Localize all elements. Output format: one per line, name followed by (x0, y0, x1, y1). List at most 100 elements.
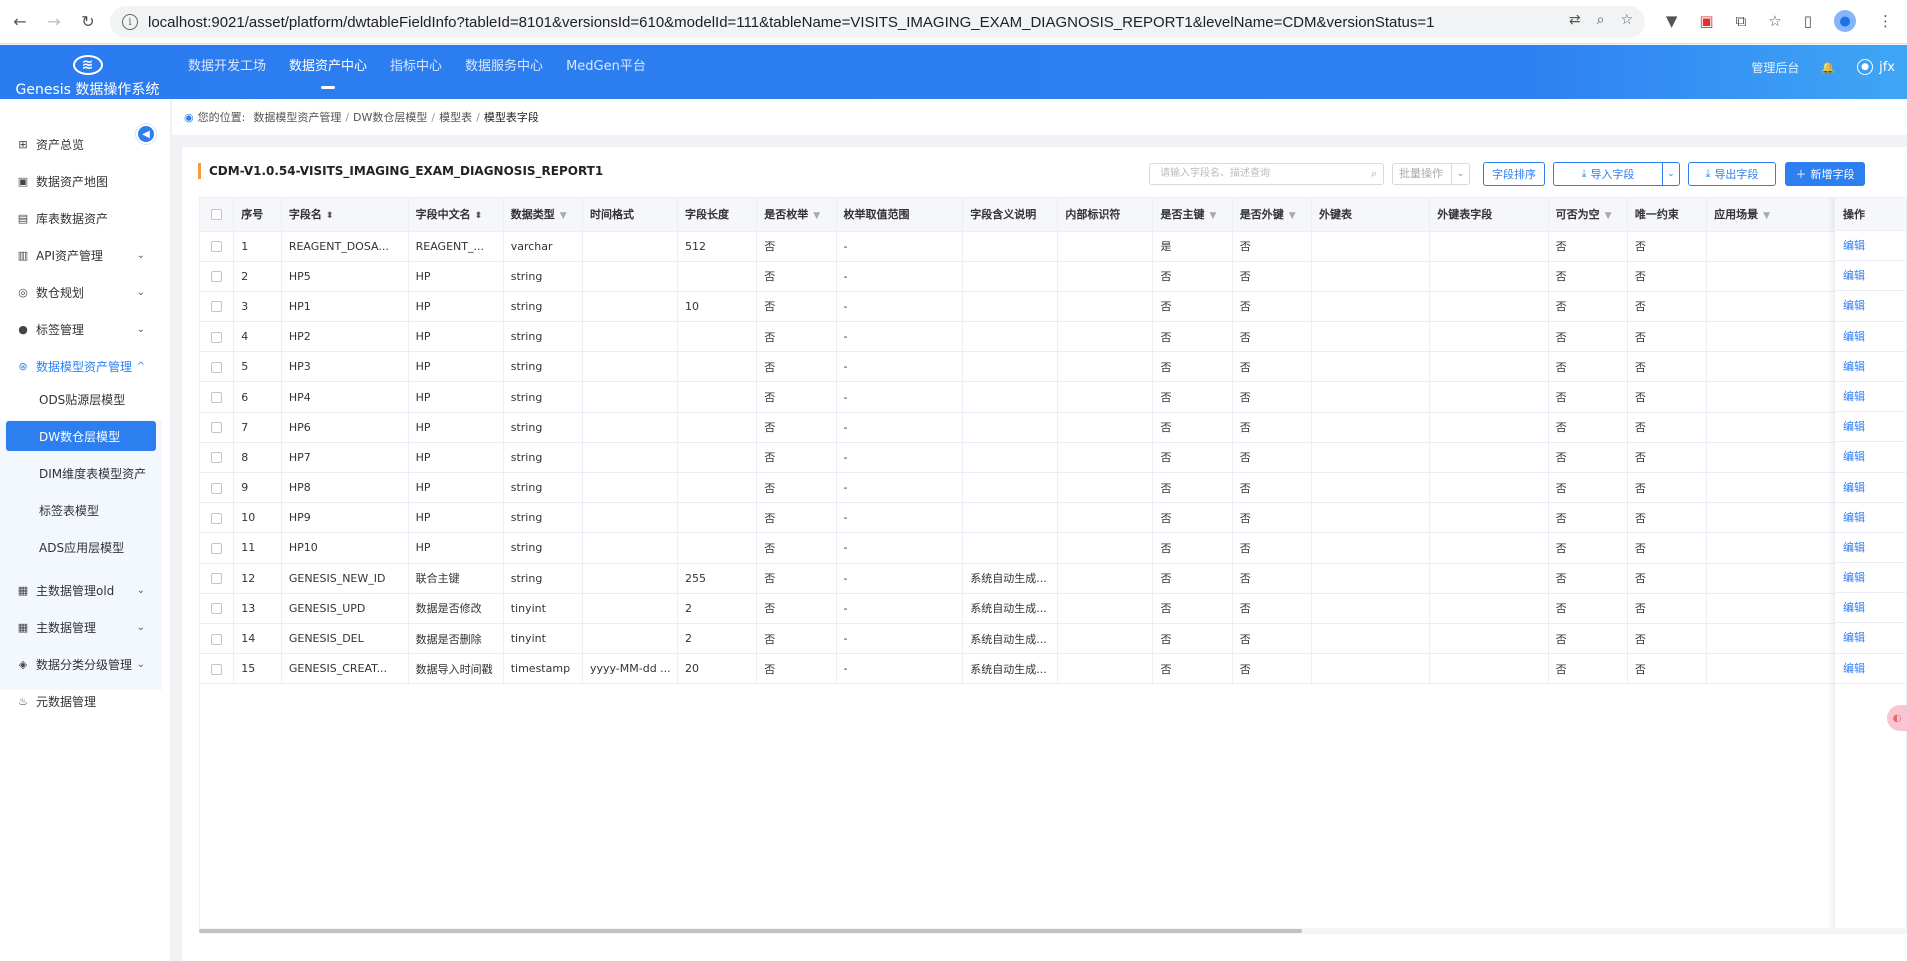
horizontal-scrollbar[interactable] (199, 928, 1907, 934)
top-nav-item[interactable]: MedGen平台 (566, 45, 646, 99)
sidebar-item[interactable]: ⊛ 数据模型资产管理 ^ (0, 351, 170, 381)
column-header[interactable]: 字段名 ⬍ (281, 198, 409, 232)
extension-icon[interactable]: ▣ (1699, 12, 1713, 30)
row-checkbox[interactable] (211, 301, 223, 313)
edit-link[interactable]: 编辑 (1835, 623, 1906, 654)
filter-icon[interactable]: ▼ (1763, 211, 1770, 221)
add-field-button[interactable]: ＋ 新增字段 (1785, 162, 1865, 186)
column-header[interactable]: 是否枚举 ▼ (756, 198, 837, 232)
edit-link[interactable]: 编辑 (1835, 593, 1906, 624)
column-header[interactable]: 字段中文名 ⬍ (408, 198, 504, 232)
breadcrumb-item[interactable]: 数据模型资产管理 (253, 109, 341, 125)
reload-button[interactable]: ↻ (74, 8, 102, 36)
sidebar-subitem[interactable]: DW数仓层模型 (6, 421, 156, 451)
filter-icon[interactable]: ▼ (560, 211, 567, 221)
sidepanel-icon[interactable]: ▯ (1804, 12, 1812, 30)
sidebar-item[interactable]: ♨ 元数据管理 (0, 686, 170, 716)
sort-icon[interactable]: ⬍ (326, 211, 334, 221)
row-checkbox[interactable] (211, 331, 223, 343)
edit-link[interactable]: 编辑 (1835, 533, 1906, 564)
bookmarks-icon[interactable]: ☆ (1768, 12, 1781, 30)
column-header[interactable]: 数据类型 ▼ (503, 198, 583, 232)
translate-icon[interactable]: ⇄ (1569, 12, 1581, 28)
admin-link[interactable]: 管理后台 (1751, 59, 1799, 76)
import-fields-button[interactable]: ⤓ 导入字段 (1553, 162, 1663, 186)
edit-link[interactable]: 编辑 (1835, 352, 1906, 382)
forward-button[interactable]: → (40, 8, 68, 36)
edit-link[interactable]: 编辑 (1835, 231, 1906, 262)
row-checkbox[interactable] (211, 633, 223, 645)
batch-operation-select[interactable]: 批量操作 ⌄ (1392, 163, 1470, 185)
column-header[interactable]: 可否为空 ▼ (1548, 198, 1628, 232)
row-checkbox[interactable] (211, 271, 223, 283)
sidebar-item[interactable]: ◈ 数据分类分级管理 ⌄ (0, 649, 170, 679)
edit-link[interactable]: 编辑 (1835, 291, 1906, 322)
url-text[interactable]: localhost:9021/asset/platform/dwtableFie… (148, 14, 1435, 31)
select-all-checkbox[interactable] (211, 209, 223, 221)
sidebar-item[interactable]: ◎ 数仓规划 ⌄ (0, 277, 170, 307)
sidebar-subitem[interactable]: ODS贴源层模型 (6, 384, 156, 414)
floating-assistant-tab[interactable]: ◐ (1887, 705, 1907, 731)
edit-link[interactable]: 编辑 (1835, 261, 1906, 292)
sidebar-item[interactable]: ▦ 主数据管理 ⌄ (0, 612, 170, 642)
breadcrumb-item[interactable]: DW数仓层模型 (353, 109, 427, 125)
filter-icon[interactable]: ▼ (1289, 211, 1296, 221)
user-menu[interactable]: ● jfx (1857, 59, 1895, 75)
edit-link[interactable]: 编辑 (1835, 503, 1906, 533)
sidebar-item[interactable]: ⊞ 资产总览 (0, 129, 170, 159)
sidebar-item[interactable]: ▤ 库表数据资产 (0, 203, 170, 233)
edit-link[interactable]: 编辑 (1835, 412, 1906, 443)
site-info-icon[interactable]: i (122, 14, 138, 30)
search-input[interactable]: 请输入字段名、描述查询 ⌕ (1149, 163, 1384, 185)
row-checkbox[interactable] (211, 542, 223, 554)
column-header[interactable]: 是否主键 ▼ (1152, 198, 1233, 232)
sidebar-subitem[interactable]: DIM维度表模型资产 (6, 458, 156, 488)
row-checkbox[interactable] (211, 512, 223, 524)
edit-link[interactable]: 编辑 (1835, 322, 1906, 352)
top-nav-item[interactable]: 数据服务中心 (465, 45, 543, 99)
puzzle-icon[interactable]: ⧉ (1736, 12, 1747, 30)
row-checkbox[interactable] (211, 603, 223, 615)
sidebar-subitem[interactable]: 标签表模型 (6, 495, 156, 525)
filter-icon[interactable]: ▼ (1605, 211, 1612, 221)
edit-link[interactable]: 编辑 (1835, 382, 1906, 413)
back-button[interactable]: ← (6, 8, 34, 36)
sidebar-item[interactable]: ▦ 主数据管理old ⌄ (0, 575, 170, 605)
sort-icon[interactable]: ⬍ (475, 211, 483, 221)
edit-link[interactable]: 编辑 (1835, 654, 1906, 684)
import-dropdown-button[interactable]: ⌄ (1662, 162, 1680, 186)
edit-link[interactable]: 编辑 (1835, 473, 1906, 503)
address-bar[interactable]: i localhost:9021/asset/platform/dwtableF… (110, 6, 1645, 38)
column-header[interactable]: 是否外键 ▼ (1232, 198, 1312, 232)
sidebar-item[interactable]: ▥ API资产管理 ⌄ (0, 240, 170, 270)
sidebar-item[interactable]: ▣ 数据资产地图 (0, 166, 170, 196)
sidebar-subitem[interactable]: ADS应用层模型 (6, 532, 156, 562)
bell-icon[interactable]: 🔔 (1821, 61, 1835, 74)
bookmark-star-icon[interactable]: ☆ (1620, 12, 1633, 28)
row-checkbox[interactable] (211, 422, 223, 434)
scrollbar-thumb[interactable] (199, 929, 1302, 933)
row-checkbox[interactable] (211, 482, 223, 494)
row-checkbox[interactable] (211, 361, 223, 373)
edit-link[interactable]: 编辑 (1835, 563, 1906, 594)
sidebar-item[interactable]: ● 标签管理 ⌄ (0, 314, 170, 344)
filter-icon[interactable]: ▼ (1209, 211, 1216, 221)
top-nav-item-active[interactable]: 数据资产中心 (289, 45, 367, 99)
edit-link[interactable]: 编辑 (1835, 442, 1906, 473)
row-checkbox[interactable] (211, 241, 223, 253)
extension-icon[interactable]: ▼ (1666, 12, 1678, 30)
top-nav-item[interactable]: 数据开发工场 (188, 45, 266, 99)
logo[interactable]: ≋ Genesis 数据操作系统 (0, 45, 175, 99)
menu-icon[interactable]: ⋮ (1878, 12, 1893, 30)
filter-icon[interactable]: ▼ (813, 211, 820, 221)
breadcrumb-item[interactable]: 模型表 (439, 109, 472, 125)
row-checkbox[interactable] (211, 452, 223, 464)
top-nav-item[interactable]: 指标中心 (390, 45, 442, 99)
row-checkbox[interactable] (211, 663, 223, 675)
profile-icon[interactable]: ● (1834, 10, 1856, 32)
export-fields-button[interactable]: ⤓ 导出字段 (1688, 162, 1776, 186)
row-checkbox[interactable] (211, 573, 223, 585)
row-checkbox[interactable] (211, 392, 223, 404)
sort-fields-button[interactable]: 字段排序 (1483, 162, 1545, 186)
zoom-icon[interactable]: ⌕ (1597, 12, 1605, 28)
